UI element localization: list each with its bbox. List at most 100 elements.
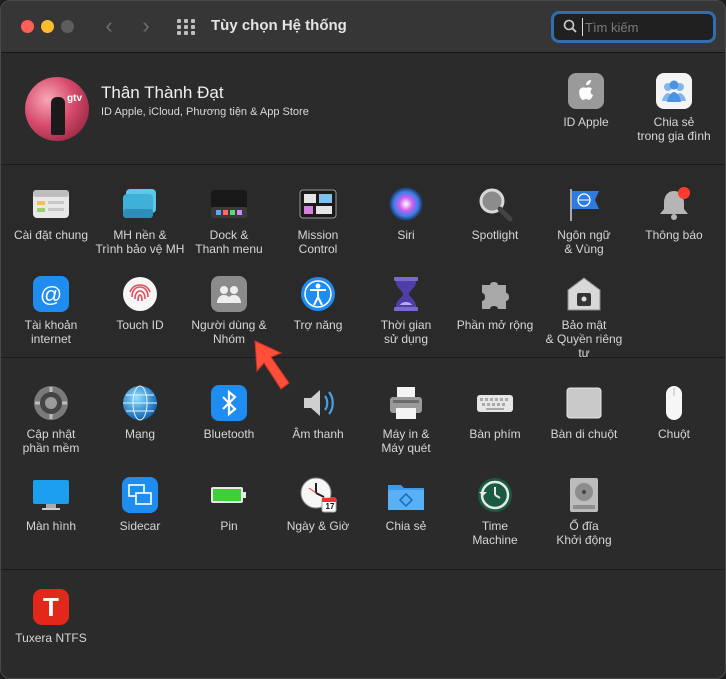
family-sharing-icon	[655, 72, 693, 110]
user-name: Thân Thành Đạt	[101, 83, 224, 102]
pref-label: Phần mở rộng	[456, 318, 534, 332]
desktop-screensaver-icon	[121, 185, 159, 223]
pref-dock[interactable]: Dock & Thanh menu	[184, 185, 274, 256]
sidecar-icon	[121, 476, 159, 514]
pref-software-update[interactable]: Cập nhật phần mềm	[6, 384, 96, 455]
sound-icon	[299, 384, 337, 422]
pref-label: Mission Control	[297, 228, 339, 256]
pref-bluetooth[interactable]: Bluetooth	[184, 384, 274, 441]
pref-desktop-screensaver[interactable]: MH nền & Trình bảo vệ MH	[95, 185, 185, 256]
pref-label: MH nền & Trình bảo vệ MH	[95, 228, 185, 256]
pref-mission-control[interactable]: Mission Control	[273, 185, 363, 256]
pref-displays[interactable]: Màn hình	[6, 476, 96, 533]
pref-label: Mạng	[124, 427, 156, 441]
network-icon	[121, 384, 159, 422]
time-machine-icon	[476, 476, 514, 514]
spotlight-icon	[476, 185, 514, 223]
pref-accessibility[interactable]: Trợ năng	[273, 275, 363, 332]
user-subtitle: ID Apple, iCloud, Phương tiện & App Stor…	[101, 106, 309, 118]
apple-id-icon	[567, 72, 605, 110]
avatar-text: gtv	[67, 93, 82, 104]
mouse-icon	[655, 384, 693, 422]
battery-icon	[210, 476, 248, 514]
pref-keyboard[interactable]: Bàn phím	[450, 384, 540, 441]
displays-icon	[32, 476, 70, 514]
pref-label: Sidecar	[119, 519, 161, 533]
pref-label: Ngày & Giờ	[286, 519, 350, 533]
software-update-icon	[32, 384, 70, 422]
pref-label: Bluetooth	[203, 427, 255, 441]
pref-general[interactable]: Cài đặt chung	[6, 185, 96, 242]
search-input[interactable]	[582, 18, 707, 36]
pref-mouse[interactable]: Chuột	[629, 384, 719, 441]
show-all-grid-icon[interactable]	[177, 19, 195, 35]
pref-family-sharing[interactable]: Chia sẻ trong gia đình	[629, 72, 719, 143]
pref-time-machine[interactable]: Time Machine	[450, 476, 540, 547]
pref-tuxera-ntfs[interactable]: T Tuxera NTFS	[6, 588, 96, 645]
pref-label: Thông báo	[645, 228, 703, 242]
pref-touch-id[interactable]: Touch ID	[95, 275, 185, 332]
pref-internet-accounts[interactable]: @ Tài khoản internet	[6, 275, 96, 346]
startup-disk-icon	[565, 476, 603, 514]
trackpad-icon	[565, 384, 603, 422]
notifications-icon	[655, 185, 693, 223]
pref-label: Màn hình	[25, 519, 77, 533]
pref-label: Tài khoản internet	[24, 318, 78, 346]
pref-sharing[interactable]: Chia sẻ	[361, 476, 451, 533]
pref-label: Spotlight	[471, 228, 519, 242]
pref-apple-id[interactable]: ID Apple	[541, 72, 631, 129]
screen-time-icon	[387, 275, 425, 313]
avatar[interactable]: gtv	[25, 77, 89, 141]
mission-control-icon	[299, 185, 337, 223]
dock-icon	[210, 185, 248, 223]
pref-printers-scanners[interactable]: Máy in & Máy quét	[361, 384, 451, 455]
pref-battery[interactable]: Pin	[184, 476, 274, 533]
internet-accounts-icon: @	[32, 275, 70, 313]
pref-label: Ngôn ngữ & Vùng	[557, 228, 611, 256]
title-bar: ‹ › Tùy chọn Hệ thống	[1, 1, 725, 53]
pref-siri[interactable]: Siri	[361, 185, 451, 242]
pref-extensions[interactable]: Phần mở rộng	[450, 275, 540, 332]
security-privacy-icon	[565, 275, 603, 313]
pref-label: Cài đặt chung	[13, 228, 89, 242]
pref-screen-time[interactable]: Thời gian sử dụng	[361, 275, 451, 346]
date-badge: 17	[325, 502, 335, 511]
sharing-icon	[387, 476, 425, 514]
search-field[interactable]	[551, 11, 716, 43]
minimize-button[interactable]	[41, 20, 54, 33]
pref-notifications[interactable]: Thông báo	[629, 185, 719, 242]
pref-security-privacy[interactable]: Bảo mật & Quyền riêng tư	[539, 275, 629, 360]
pref-label: Siri	[397, 228, 415, 242]
pref-label: Chuột	[657, 427, 691, 441]
pref-users-groups[interactable]: Người dùng & Nhóm	[184, 275, 274, 346]
pref-label: Pin	[220, 519, 238, 533]
pref-label: Bảo mật & Quyền riêng tư	[545, 318, 623, 360]
pref-label: Touch ID	[116, 318, 164, 332]
pref-label: Tuxera NTFS	[15, 631, 87, 645]
touch-id-icon	[121, 275, 159, 313]
pref-label: Máy in & Máy quét	[381, 427, 431, 455]
pref-sidecar[interactable]: Sidecar	[95, 476, 185, 533]
forward-button[interactable]: ›	[134, 14, 158, 40]
pref-trackpad[interactable]: Bàn di chuột	[539, 384, 629, 441]
general-icon	[32, 185, 70, 223]
pref-label: Bàn phím	[469, 427, 521, 441]
pref-network[interactable]: Mạng	[95, 384, 185, 441]
pref-language-region[interactable]: Ngôn ngữ & Vùng	[539, 185, 629, 256]
pref-sound[interactable]: Âm thanh	[273, 384, 363, 441]
back-button[interactable]: ‹	[97, 14, 121, 40]
pref-spotlight[interactable]: Spotlight	[450, 185, 540, 242]
svg-text:@: @	[40, 282, 62, 307]
pref-label: Time Machine	[472, 519, 518, 547]
pref-date-time[interactable]: 17 Ngày & Giờ	[273, 476, 363, 533]
pref-label: Chia sẻ trong gia đình	[637, 115, 711, 143]
pref-label: Ổ đĩa Khởi động	[556, 519, 612, 547]
hardware-preferences-section: Cập nhật phần mềm Mạng Bluetooth Âm thanh Má…	[1, 358, 725, 570]
pref-label: Chia sẻ	[385, 519, 427, 533]
personal-preferences-section: Cài đặt chung MH nền & Trình bảo vệ MH Doc…	[1, 165, 725, 360]
keyboard-icon	[476, 384, 514, 422]
zoom-button[interactable]	[61, 20, 74, 33]
pref-startup-disk[interactable]: Ổ đĩa Khởi động	[539, 476, 629, 547]
bluetooth-icon	[210, 384, 248, 422]
close-button[interactable]	[21, 20, 34, 33]
